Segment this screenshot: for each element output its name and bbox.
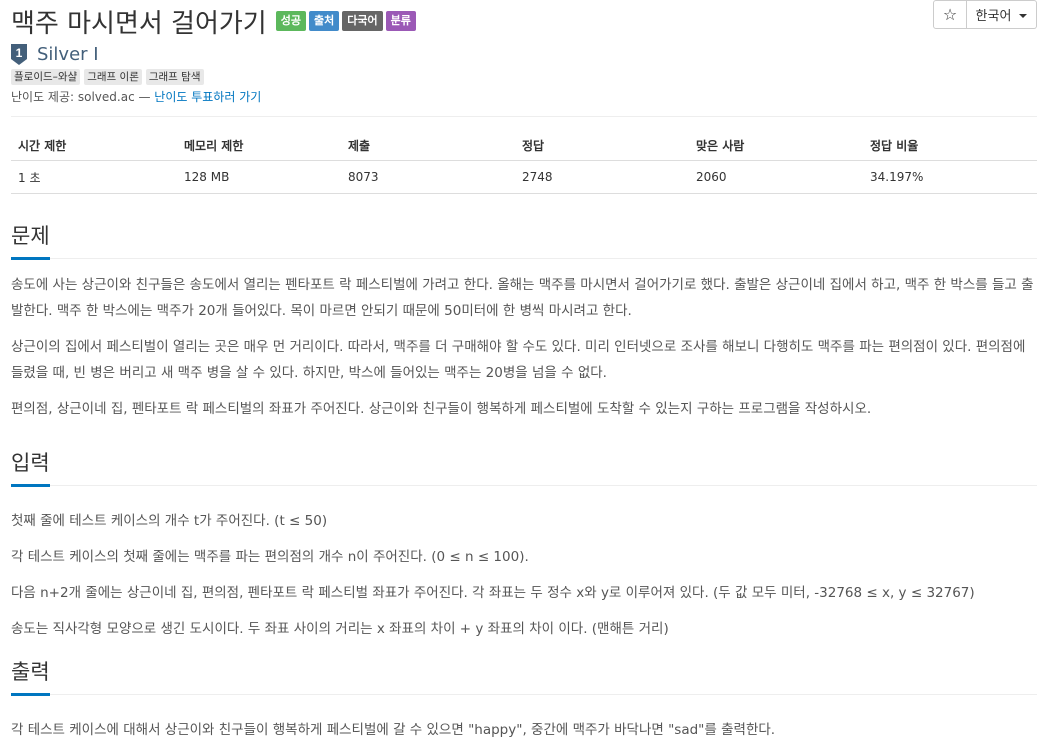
source-label[interactable]: 출처 <box>308 11 340 31</box>
tag-floyd-warshall[interactable]: 플로이드–와샬 <box>11 69 81 85</box>
header-solved-users: 맞은 사람 <box>689 130 863 161</box>
category-label[interactable]: 분류 <box>385 11 416 31</box>
tier-row: 1 Silver I <box>11 43 99 65</box>
silver-tier-icon: 1 <box>11 43 27 65</box>
multilang-label[interactable]: 다국어 <box>342 11 383 31</box>
section-divider <box>11 485 1037 486</box>
language-dropdown[interactable]: 한국어 <box>967 0 1037 29</box>
problem-paragraph: 상근이의 집에서 페스티벌이 열리는 곳은 매우 먼 거리이다. 따라서, 맥주… <box>11 339 1026 381</box>
output-section: 출력 각 테스트 케이스에 대해서 상근이와 친구들이 행복하게 페스티벌에 갈… <box>11 656 1037 743</box>
header-submissions: 제출 <box>341 130 515 161</box>
problem-paragraph: 송도에 사는 상근이와 친구들은 송도에서 열리는 펜타포트 락 페스티벌에 가… <box>11 277 1034 319</box>
output-heading: 출력 <box>11 656 50 696</box>
star-icon: ☆ <box>942 5 958 24</box>
problem-heading: 문제 <box>11 220 50 260</box>
table-header-row: 시간 제한 메모리 제한 제출 정답 맞은 사람 정답 비율 <box>11 130 1037 161</box>
header-accepted-ratio: 정답 비율 <box>863 130 1037 161</box>
output-body: 각 테스트 케이스에 대해서 상근이와 친구들이 행복하게 페스티벌에 갈 수 … <box>11 717 1037 743</box>
table-row: 1 초 128 MB 8073 2748 2060 34.197% <box>11 160 1037 194</box>
input-paragraph: 각 테스트 케이스의 첫째 줄에는 맥주를 파는 편의점의 개수 n이 주어진다… <box>11 549 529 565</box>
problem-section: 문제 송도에 사는 상근이와 친구들은 송도에서 열리는 펜타포트 락 페스티벌… <box>11 220 1037 422</box>
success-label[interactable]: 성공 <box>275 11 306 31</box>
input-heading: 입력 <box>11 447 50 487</box>
input-body: 첫째 줄에 테스트 케이스의 개수 t가 주어진다. (t ≤ 50) 각 테스… <box>11 508 1037 642</box>
header-memory-limit: 메모리 제한 <box>177 130 341 161</box>
input-paragraph: 송도는 직사각형 모양으로 생긴 도시이다. 두 좌표 사이의 거리는 x 좌표… <box>11 621 669 637</box>
language-label: 한국어 <box>975 9 1012 24</box>
input-paragraph: 다음 n+2개 줄에는 상근이네 집, 편의점, 펜타포트 락 페스티벌 좌표가… <box>11 585 975 601</box>
tag-graph-traversal[interactable]: 그래프 탐색 <box>145 69 204 85</box>
section-divider <box>11 258 1037 259</box>
tier-text[interactable]: Silver I <box>37 44 99 65</box>
problem-paragraph: 편의점, 상근이네 집, 펜타포트 락 페스티벌의 좌표가 주어진다. 상근이와… <box>11 401 872 417</box>
header-accepted: 정답 <box>515 130 689 161</box>
algorithm-tags: 플로이드–와샬 그래프 이론 그래프 탐색 <box>11 69 204 85</box>
tier-badge-number: 1 <box>16 46 23 60</box>
difficulty-prefix: 난이도 제공: solved.ac — <box>11 90 155 104</box>
top-right-controls: ☆ 한국어 <box>933 0 1037 30</box>
output-paragraph: 각 테스트 케이스에 대해서 상근이와 친구들이 행복하게 페스티벌에 갈 수 … <box>11 722 776 738</box>
problem-body: 송도에 사는 상근이와 친구들은 송도에서 열리는 펜타포트 락 페스티벌에 가… <box>11 272 1037 422</box>
memory-limit-value: 128 MB <box>177 160 341 194</box>
header-time-limit: 시간 제한 <box>11 130 177 161</box>
favorite-button[interactable]: ☆ <box>933 0 967 29</box>
solved-users-value: 2060 <box>689 160 863 194</box>
accepted-ratio-value: 34.197% <box>863 160 1037 194</box>
section-divider <box>11 694 1037 695</box>
difficulty-vote-link[interactable]: 난이도 투표하러 가기 <box>154 90 261 104</box>
title-row: 맥주 마시면서 걸어가기 성공 출처 다국어 분류 <box>11 4 416 39</box>
submissions-value: 8073 <box>341 160 515 194</box>
problem-title: 맥주 마시면서 걸어가기 <box>11 8 267 39</box>
input-section: 입력 첫째 줄에 테스트 케이스의 개수 t가 주어진다. (t ≤ 50) 각… <box>11 447 1037 642</box>
time-limit-value: 1 초 <box>11 160 177 194</box>
accepted-value: 2748 <box>515 160 689 194</box>
caret-down-icon <box>1019 13 1028 18</box>
input-paragraph: 첫째 줄에 테스트 케이스의 개수 t가 주어진다. (t ≤ 50) <box>11 513 328 529</box>
difficulty-credit: 난이도 제공: solved.ac — 난이도 투표하러 가기 <box>11 88 261 105</box>
divider <box>11 116 1037 117</box>
problem-info-table: 시간 제한 메모리 제한 제출 정답 맞은 사람 정답 비율 1 초 128 M… <box>11 130 1037 194</box>
tag-graph-theory[interactable]: 그래프 이론 <box>84 69 142 85</box>
